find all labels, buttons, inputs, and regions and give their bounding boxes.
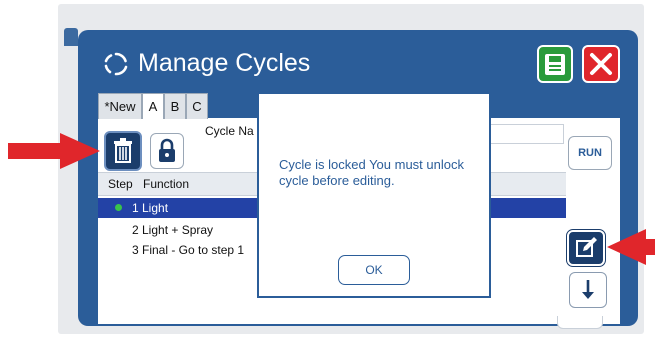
- close-button[interactable]: [582, 45, 620, 83]
- row-text: 2 Light + Spray: [132, 223, 214, 237]
- trash-icon: [114, 138, 132, 163]
- dialog-message: Cycle is locked You must unlock cycle be…: [279, 157, 464, 188]
- tab-a[interactable]: A: [142, 93, 164, 119]
- scroll-down-button[interactable]: [569, 272, 607, 308]
- tab-new[interactable]: *New: [98, 93, 142, 119]
- close-icon: [590, 53, 612, 75]
- tab-c[interactable]: C: [186, 93, 208, 119]
- cycle-name-field[interactable]: [490, 124, 564, 144]
- page-title: Manage Cycles: [138, 49, 311, 77]
- delete-cycle-button[interactable]: [104, 131, 142, 171]
- run-button[interactable]: RUN: [568, 136, 612, 170]
- frame-corner-tab: [64, 28, 78, 46]
- scroll-track-bottom: [557, 316, 603, 329]
- lock-icon: [159, 138, 175, 162]
- refresh-icon: [104, 52, 128, 76]
- save-icon: [545, 54, 565, 75]
- locked-cycle-dialog: Cycle is locked You must unlock cycle be…: [257, 92, 491, 298]
- edit-step-button[interactable]: [566, 229, 606, 267]
- column-header-step: Step: [108, 177, 133, 191]
- column-header-function: Function: [143, 177, 190, 191]
- arrow-down-icon: [582, 280, 594, 299]
- active-step-indicator: [115, 204, 122, 211]
- save-button[interactable]: [537, 45, 573, 83]
- row-text: 1 Light: [132, 201, 169, 215]
- callout-arrow-left-icon: [607, 229, 655, 265]
- edit-icon: [576, 237, 597, 257]
- cycle-name-label: Cycle Na: [205, 124, 254, 138]
- callout-arrow-right-icon: [8, 133, 100, 169]
- lock-button[interactable]: [150, 133, 184, 169]
- tab-b[interactable]: B: [164, 93, 186, 119]
- ok-button[interactable]: OK: [338, 255, 410, 285]
- row-text: 3 Final - Go to step 1: [132, 243, 245, 257]
